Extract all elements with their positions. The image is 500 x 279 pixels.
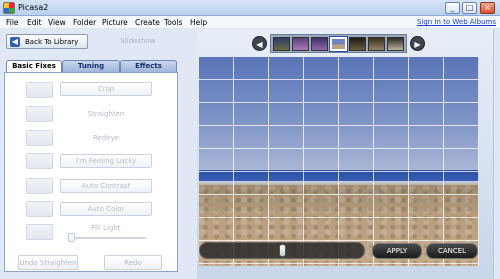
crop-button[interactable]: Crop [60,82,152,96]
next-photo-button[interactable]: ▶ [410,36,425,51]
apply-button[interactable]: APPLY [372,243,422,259]
tab-basic-fixes[interactable]: Basic Fixes [6,60,62,72]
menu-picture[interactable]: Picture [102,16,128,29]
menu-folder[interactable]: Folder [73,16,96,29]
redeye-button[interactable]: Redeye [60,134,152,142]
back-arrow-icon: ◀ [10,37,20,47]
im-feeling-lucky-button[interactable]: I'm Feeling Lucky [60,154,152,168]
auto-contrast-thumbnail-icon [26,178,53,194]
fill-light-slider-track[interactable] [68,237,146,239]
menu-tools[interactable]: Tools [164,16,182,29]
title-bar [0,0,500,16]
sign-in-link[interactable]: Sign In to Web Albums [417,16,496,29]
cancel-button[interactable]: CANCEL [426,243,478,259]
lucky-thumbnail-icon [26,153,53,169]
crop-thumbnail-icon [26,82,53,98]
menu-create[interactable]: Create [135,16,160,29]
film-thumbnail[interactable] [349,37,366,51]
back-to-library-button[interactable]: ◀ Back To Library [6,34,88,49]
straighten-slider-knob[interactable] [279,244,286,257]
undo-straighten-button[interactable]: Undo Straighten [18,255,78,270]
film-thumbnail-selected[interactable] [329,36,348,52]
menu-bar: File Edit View Folder Picture Create Too… [0,16,500,29]
close-button[interactable]: × [480,2,495,14]
slideshow-button[interactable]: Slideshow [98,35,178,48]
menu-file[interactable]: File [6,16,19,29]
maximize-button[interactable]: □ [462,2,477,14]
previous-photo-button[interactable]: ◀ [252,36,267,51]
menu-edit[interactable]: Edit [27,16,42,29]
fill-light-thumbnail-icon [26,224,53,240]
tab-effects[interactable]: Effects [120,60,177,72]
straighten-grid-overlay [199,57,479,266]
picasa-app-icon [3,2,15,14]
redeye-thumbnail-icon [26,130,53,146]
redo-button[interactable]: Redo [104,255,162,270]
fill-light-slider-knob[interactable] [68,233,75,242]
fill-light-label: Fill Light [91,224,121,232]
film-thumbnail[interactable] [292,37,309,51]
straighten-label: Straighten [87,110,125,118]
right-edge-border [493,29,500,279]
window-title: Picasa2 [18,3,49,12]
minimize-button[interactable]: _ [445,2,460,14]
film-thumbnail[interactable] [311,37,328,51]
film-thumbnail[interactable] [273,37,290,51]
auto-color-thumbnail-icon [26,201,53,217]
tab-tuning[interactable]: Tuning [62,60,120,72]
film-thumbnail[interactable] [368,37,385,51]
auto-contrast-button[interactable]: Auto Contrast [60,179,152,193]
beach-photo[interactable] [199,57,479,266]
menu-view[interactable]: View [48,16,66,29]
film-thumbnail[interactable] [387,37,404,51]
basic-fixes-panel [4,72,178,272]
menu-help[interactable]: Help [190,16,207,29]
back-to-library-label: Back To Library [25,38,79,46]
filmstrip [270,34,407,53]
straighten-thumbnail-icon [26,106,53,122]
auto-color-button[interactable]: Auto Color [60,202,152,216]
